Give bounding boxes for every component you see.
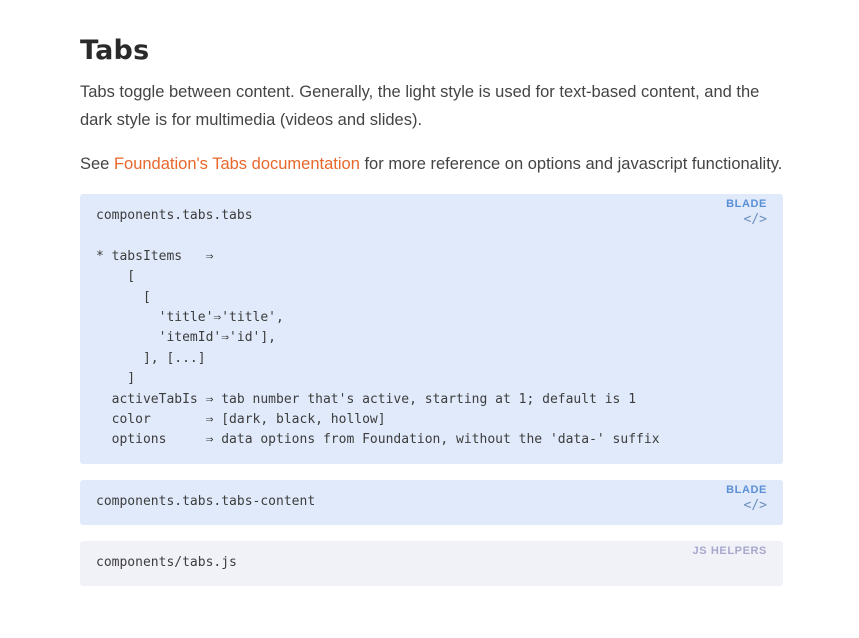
code-line: activeTabIs ⇒ tab number that's active, …: [96, 391, 637, 407]
code-line: components.tabs.tabs-content: [96, 493, 316, 509]
intro-paragraph: Tabs toggle between content. Generally, …: [80, 83, 760, 129]
js-helpers-badge-label: JS HELPERS: [692, 544, 767, 557]
blade-badge: BLADE </>: [726, 197, 767, 228]
code-line: * tabsItems ⇒: [96, 248, 214, 264]
reference-paragraph: See Foundation's Tabs documentation for …: [80, 150, 783, 178]
foundation-tabs-docs-link[interactable]: Foundation's Tabs documentation: [114, 155, 360, 173]
code-line: ]: [96, 371, 136, 387]
blade-badge-label: BLADE: [726, 198, 767, 210]
code-line: [: [96, 289, 151, 305]
reference-suffix: for more reference on options and javasc…: [359, 155, 783, 173]
code-line: [: [96, 269, 136, 285]
blade-badge: BLADE </>: [726, 483, 767, 514]
code-line: 'title'⇒'title',: [96, 309, 284, 325]
tabs-js-code-block: JS HELPERS components/tabs.js: [80, 540, 783, 586]
code-line: options ⇒ data options from Foundation, …: [96, 432, 660, 448]
tabs-content-blade-code-block: BLADE </> components.tabs.tabs-content: [80, 479, 783, 525]
code-line: 'itemId'⇒'id'],: [96, 330, 277, 346]
tabs-blade-code-block: BLADE </> components.tabs.tabs * tabsIte…: [80, 194, 783, 464]
tabs-section: Tabs Tabs toggle between content. Genera…: [80, 30, 783, 586]
code-line: color ⇒ [dark, black, hollow]: [96, 411, 386, 427]
code-icon: </>: [743, 212, 767, 227]
code-icon: </>: [743, 497, 767, 513]
code-line: components.tabs.tabs: [96, 208, 253, 223]
reference-prefix: See: [80, 155, 114, 173]
code-line: ], [...]: [96, 350, 206, 366]
js-helpers-badge: JS HELPERS: [693, 544, 767, 558]
code-line: components/tabs.js: [96, 554, 237, 570]
section-title: Tabs: [80, 35, 150, 66]
blade-badge-label: BLADE: [726, 483, 767, 496]
